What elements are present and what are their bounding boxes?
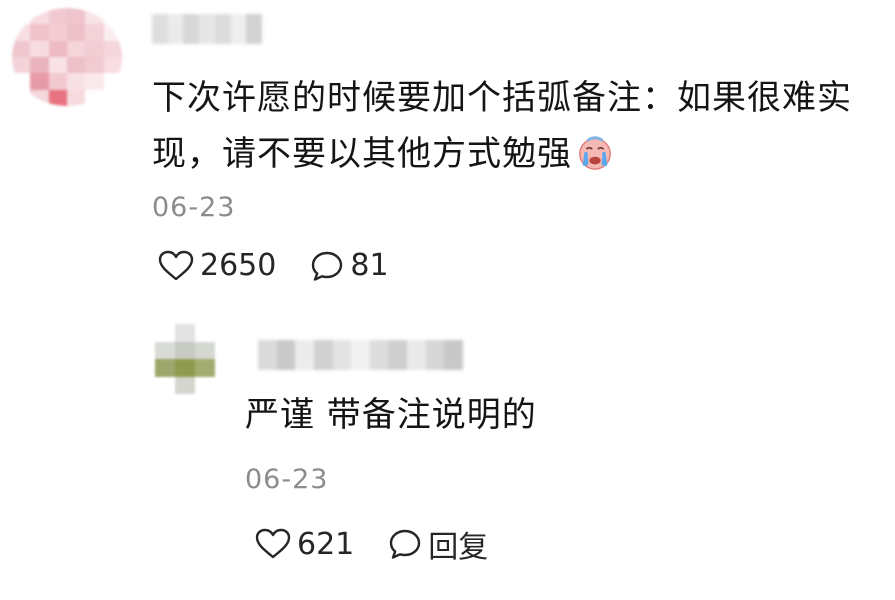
like-count: 2650 (200, 248, 277, 283)
reply-button[interactable]: 回复 (388, 522, 488, 566)
heart-icon (158, 250, 194, 280)
reply-text: 严谨 带备注说明的 (245, 395, 537, 435)
reply-count: 81 (350, 248, 389, 283)
comment-item: 下次许愿的时候要加个括弧备注：如果很难实现，请不要以其他方式勉强 06-23 2… (0, 0, 895, 310)
avatar[interactable] (12, 8, 122, 106)
like-button[interactable]: 2650 (158, 248, 276, 283)
reply-like-count: 621 (297, 526, 355, 562)
reply-count-button[interactable]: 81 (310, 248, 389, 283)
reply-like-button[interactable]: 621 (255, 527, 354, 562)
reply-actions: 621 回复 (255, 522, 488, 566)
username-blurred[interactable] (152, 14, 263, 44)
reply-item: 严谨 带备注说明的 06-23 621 回复 (0, 310, 895, 600)
comment-bubble-icon (390, 529, 421, 559)
comment-text-content: 下次许愿的时候要加个括弧备注：如果很难实现，请不要以其他方式勉强 (152, 78, 852, 174)
heart-icon (255, 528, 291, 559)
reply-label: 回复 (428, 530, 489, 565)
comment-actions: 2650 81 (158, 248, 389, 283)
comment-date: 06-23 (152, 192, 236, 223)
crying-face-icon (579, 136, 611, 170)
reply-date: 06-23 (245, 464, 329, 495)
comment-bubble-icon (312, 251, 343, 281)
reply-avatar[interactable] (155, 324, 215, 394)
reply-username-blurred[interactable] (258, 340, 464, 370)
comment-text: 下次许愿的时候要加个括弧备注：如果很难实现，请不要以其他方式勉强 (152, 70, 872, 182)
